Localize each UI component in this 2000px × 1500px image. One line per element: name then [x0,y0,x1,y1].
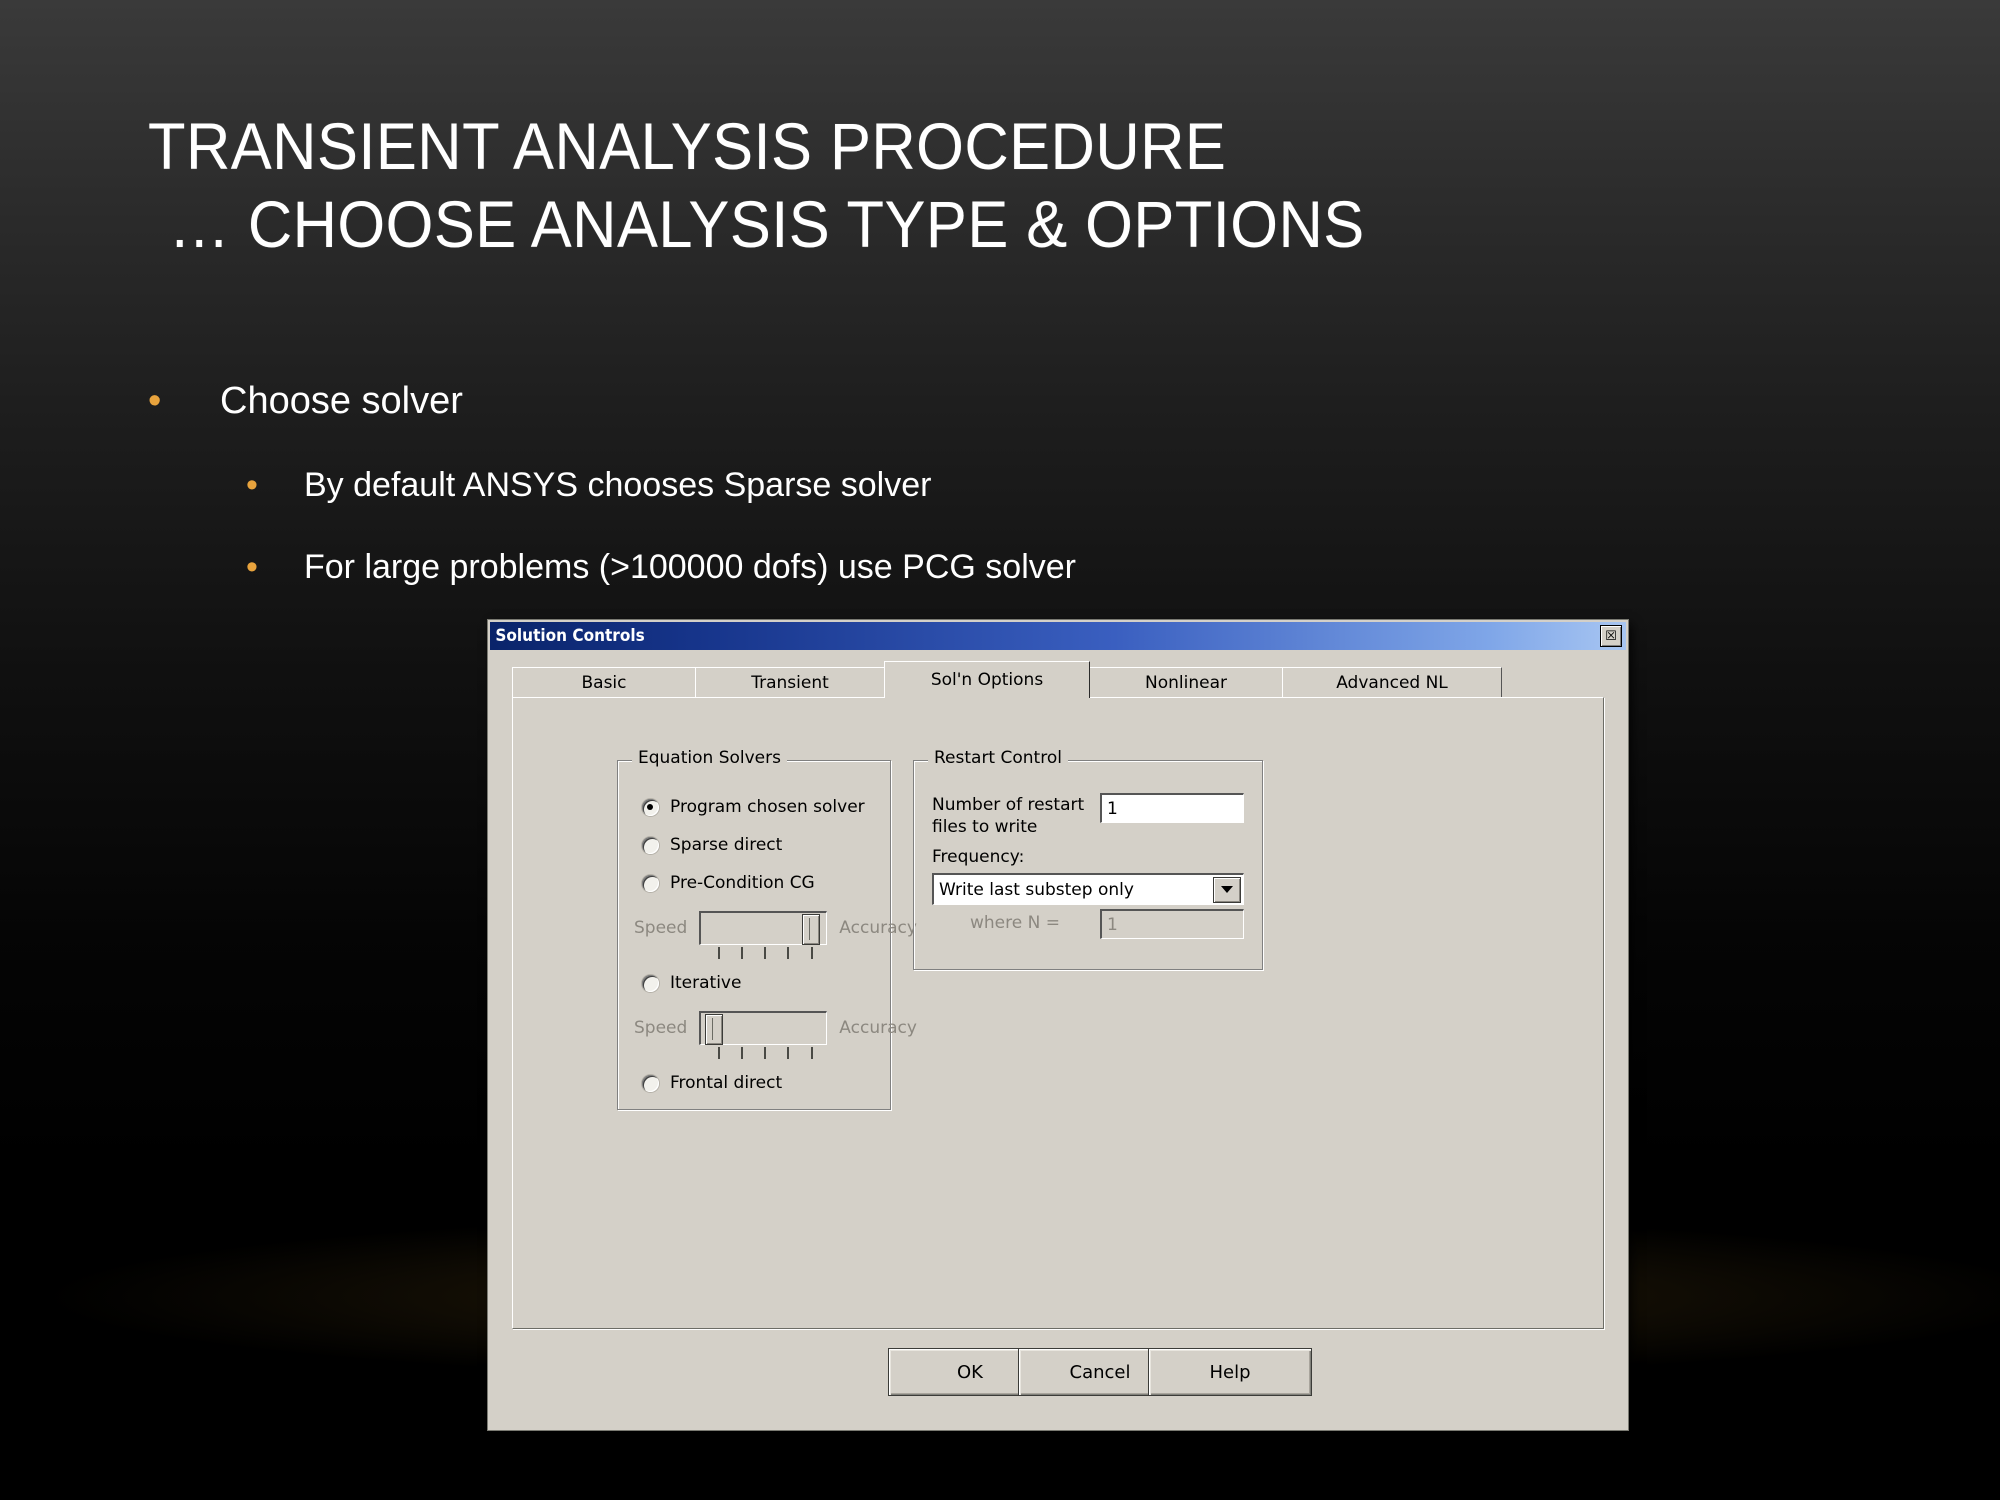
bullet-item-2-label: By default ANSYS chooses Sparse solver [304,466,932,504]
where-n-label: where N = [970,913,1060,933]
radio-program-chosen-solver-label: Program chosen solver [670,797,865,817]
equation-solvers-group-title: Equation Solvers [632,748,787,768]
frequency-select-value: Write last substep only [939,879,1134,900]
tab-panel-soln-options: Equation Solvers Program chosen solver S… [512,697,1604,1329]
tab-nonlinear-label: Nonlinear [1145,673,1227,693]
tab-soln-options[interactable]: Sol'n Options [884,661,1090,698]
tab-strip: Basic Transient Sol'n Options Nonlinear … [512,661,1602,698]
radio-indicator-icon[interactable] [642,798,659,816]
cancel-button-label: Cancel [1069,1361,1131,1383]
slider-2-thumb[interactable] [705,1014,724,1045]
radio-program-chosen-solver[interactable]: Program chosen solver [642,797,865,817]
bullet-item-3-label: For large problems (>100000 dofs) use PC… [304,548,1076,586]
title-line-1: TRANSIENT ANALYSIS PROCEDURE [148,109,1227,183]
bullet-marker-icon: • [148,380,162,422]
slider-1-track[interactable] [699,911,828,959]
radio-indicator-icon[interactable] [642,874,659,892]
speed-accuracy-slider-1[interactable]: Speed Accuracy [634,911,917,959]
tab-advanced-nl[interactable]: Advanced NL [1282,667,1502,698]
radio-sparse-direct-label: Sparse direct [670,835,783,855]
slider-1-accuracy-label: Accuracy [839,918,917,938]
radio-iterative[interactable]: Iterative [642,973,741,993]
tab-soln-options-label: Sol'n Options [930,670,1044,690]
restart-files-input[interactable]: 1 [1100,793,1244,823]
title-line-2: … CHOOSE ANALYSIS TYPE & OPTIONS [168,186,1365,261]
bullet-item-2: • By default ANSYS chooses Sparse solver [246,466,931,505]
help-button-label: Help [1209,1361,1251,1383]
radio-pre-condition-cg[interactable]: Pre-Condition CG [642,873,815,893]
slider-1-ticks [701,947,829,961]
slider-2-accuracy-label: Accuracy [839,1018,917,1038]
solution-controls-dialog: Solution Controls ☒ Basic Transient Sol'… [488,620,1628,1430]
speed-accuracy-slider-2[interactable]: Speed Accuracy [634,1011,917,1059]
tab-nonlinear[interactable]: Nonlinear [1089,667,1283,698]
radio-indicator-icon[interactable] [642,1074,659,1092]
slider-2-speed-label: Speed [634,1018,688,1038]
frequency-label: Frequency: [932,847,1025,867]
radio-iterative-label: Iterative [670,973,742,993]
bullet-item-3: • For large problems (>100000 dofs) use P… [246,548,1076,587]
radio-indicator-icon[interactable] [642,836,659,854]
radio-pre-condition-cg-label: Pre-Condition CG [670,873,815,893]
tab-advanced-nl-label: Advanced NL [1336,673,1448,693]
bullet-item-1: • Choose solver [148,380,463,423]
radio-sparse-direct[interactable]: Sparse direct [642,835,782,855]
slider-2-track[interactable] [699,1011,828,1059]
where-n-input: 1 [1100,909,1244,939]
dialog-titlebar[interactable]: Solution Controls ☒ [490,622,1626,650]
radio-frontal-direct-label: Frontal direct [670,1073,783,1093]
bullet-item-1-label: Choose solver [220,380,463,422]
ok-button-label: OK [957,1361,983,1383]
restart-files-label: Number of restart files to write [932,795,1085,837]
page-title: TRANSIENT ANALYSIS PROCEDURE … CHOOSE AN… [148,108,1543,264]
chevron-down-icon[interactable] [1213,876,1241,903]
radio-frontal-direct[interactable]: Frontal direct [642,1073,782,1093]
slider-1-speed-label: Speed [634,918,688,938]
slider-1-thumb[interactable] [802,914,821,945]
restart-control-group: Restart Control Number of restart files … [913,748,1263,970]
tab-basic-label: Basic [581,673,627,693]
close-icon[interactable]: ☒ [1600,625,1622,647]
help-button[interactable]: Help [1148,1348,1312,1396]
equation-solvers-group: Equation Solvers Program chosen solver S… [617,748,917,1110]
radio-indicator-icon[interactable] [642,974,659,992]
bullet-marker-icon: • [246,548,258,586]
bullet-marker-icon: • [246,466,258,504]
slide-canvas: TRANSIENT ANALYSIS PROCEDURE … CHOOSE AN… [0,0,2000,1500]
slider-2-ticks [701,1047,829,1061]
frequency-select[interactable]: Write last substep only [932,873,1244,905]
tab-transient[interactable]: Transient [695,667,885,698]
dialog-title: Solution Controls [495,626,645,646]
restart-control-group-title: Restart Control [928,748,1068,768]
tab-transient-label: Transient [751,673,829,693]
tab-basic[interactable]: Basic [512,667,696,698]
